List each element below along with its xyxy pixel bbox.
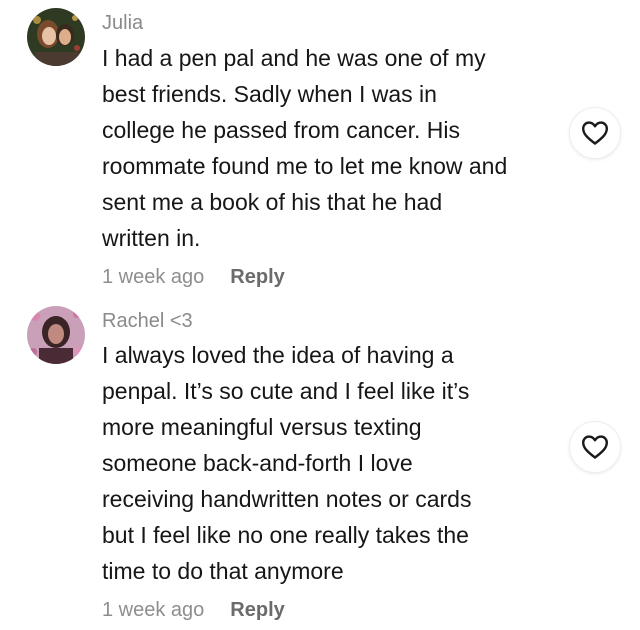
comment-item: Julia I had a pen pal and he was one of …	[0, 0, 640, 300]
comment-text-line: more meaningful versus texting	[102, 414, 422, 440]
comment-item: Rachel <3 I always loved the idea of hav…	[0, 300, 640, 630]
like-button[interactable]	[570, 108, 620, 158]
comment-text-line: best friends. Sadly when I was in	[102, 81, 437, 107]
timestamp: 1 week ago	[102, 266, 205, 288]
avatar[interactable]	[27, 306, 85, 364]
avatar-photo	[27, 306, 85, 364]
comment-text: I had a pen pal and he was one of my bes…	[102, 40, 557, 256]
comment-meta: 1 week ago Reply	[102, 266, 285, 289]
username[interactable]: Rachel <3	[102, 310, 193, 333]
comment-text-line: college he passed from cancer. His	[102, 117, 460, 143]
like-button[interactable]	[570, 422, 620, 472]
heart-outline-icon	[582, 121, 608, 145]
reply-button[interactable]: Reply	[230, 599, 284, 621]
comment-text-line: but I feel like no one really takes the	[102, 522, 469, 548]
timestamp: 1 week ago	[102, 599, 205, 621]
comment-text-line: roommate found me to let me know and	[102, 153, 508, 179]
reply-button[interactable]: Reply	[230, 266, 284, 288]
comment-text-line: sent me a book of his that he had	[102, 189, 443, 215]
comment-list: Julia I had a pen pal and he was one of …	[0, 0, 640, 630]
comment-meta: 1 week ago Reply	[102, 599, 285, 622]
username[interactable]: Julia	[102, 12, 143, 35]
comment-text-line: someone back-and-forth I love	[102, 450, 413, 476]
comment-text-line: receiving handwritten notes or cards	[102, 486, 472, 512]
comment-text: I always loved the idea of having a penp…	[102, 337, 557, 589]
comment-text-line: time to do that anymore	[102, 558, 344, 584]
comment-text-line: I had a pen pal and he was one of my	[102, 45, 486, 71]
heart-outline-icon	[582, 435, 608, 459]
comment-text-line: penpal. It’s so cute and I feel like it’…	[102, 378, 470, 404]
avatar-photo	[27, 8, 85, 66]
avatar[interactable]	[27, 8, 85, 66]
comment-text-line: written in.	[102, 225, 201, 251]
comment-text-line: I always loved the idea of having a	[102, 342, 454, 368]
